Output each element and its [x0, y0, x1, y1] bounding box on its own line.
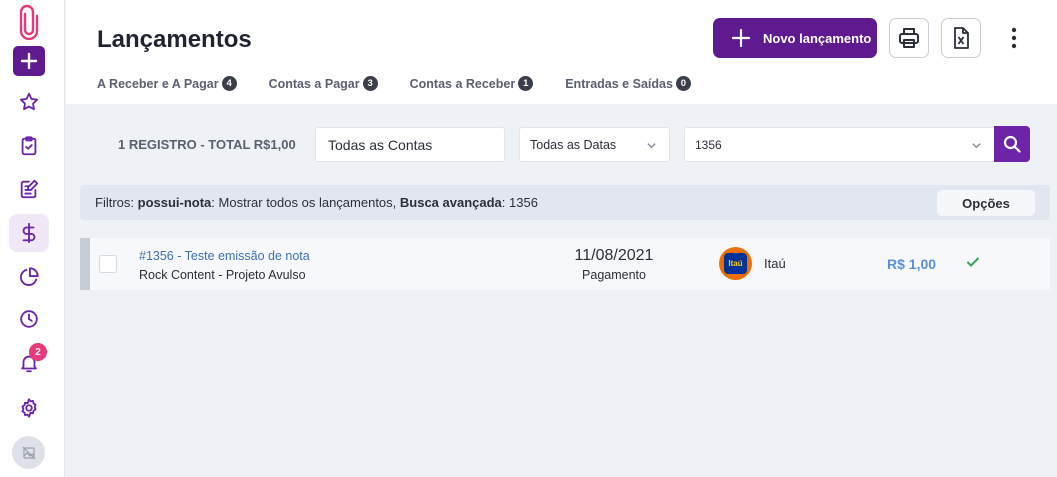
tab-count: 4: [221, 76, 237, 91]
filter-value: : Mostrar todos os lançamentos,: [211, 195, 400, 210]
chevron-down-icon: [647, 143, 656, 149]
export-excel-button[interactable]: [941, 18, 981, 58]
paperclip-logo-icon[interactable]: [13, 4, 45, 40]
tab-count: 1: [518, 76, 534, 91]
clock-icon[interactable]: [13, 303, 45, 335]
tabs: A Receber e A Pagar 4 Contas a Pagar 3 C…: [97, 76, 723, 91]
new-entry-label: Novo lançamento: [763, 30, 872, 46]
clipboard-check-icon[interactable]: [13, 130, 45, 162]
plus-icon: [731, 28, 751, 48]
account-select[interactable]: Todas as Contas: [315, 127, 505, 162]
entry-subtitle: Rock Content - Projeto Avulso: [139, 268, 306, 282]
search-input[interactable]: [695, 137, 945, 153]
gear-icon[interactable]: [13, 392, 45, 424]
printer-icon: [899, 28, 919, 48]
date-select-value: Todas as Datas: [530, 138, 617, 152]
itau-bank-logo-icon: Itaú: [719, 247, 752, 280]
entry-date: 11/08/2021: [574, 247, 654, 264]
more-options-button[interactable]: [1002, 24, 1026, 52]
tab-count: 0: [675, 76, 691, 91]
tab-receber-pagar[interactable]: A Receber e A Pagar 4: [97, 76, 237, 91]
filter-key: Busca avançada: [399, 195, 502, 210]
row-checkbox[interactable]: [99, 255, 117, 273]
search-icon: [1003, 135, 1021, 153]
bank-name: Itaú: [764, 256, 786, 271]
notification-badge: 2: [29, 343, 47, 361]
search-box: [684, 127, 994, 162]
excel-file-icon: [954, 27, 969, 49]
filter-prefix: Filtros:: [95, 195, 138, 210]
tab-label: Entradas e Saídas: [565, 76, 673, 91]
tab-contas-pagar[interactable]: Contas a Pagar 3: [269, 76, 378, 91]
row-status-bar: [80, 238, 90, 290]
filter-key: possui-nota: [137, 195, 212, 210]
tab-label: Contas a Receber: [409, 76, 516, 91]
chevron-down-icon[interactable]: [971, 140, 982, 151]
table-row[interactable]: #1356 - Teste emissão de nota Rock Conte…: [80, 238, 1050, 290]
tab-count: 3: [362, 76, 378, 91]
star-icon[interactable]: [13, 86, 45, 118]
page-title: Lançamentos: [97, 26, 252, 53]
filter-summary-text: Filtros: possui-nota: Mostrar todos os l…: [95, 195, 538, 210]
entry-title-link[interactable]: #1356 - Teste emissão de nota: [139, 249, 310, 263]
options-button[interactable]: Opções: [937, 190, 1035, 216]
add-icon[interactable]: [13, 46, 45, 76]
print-button[interactable]: [889, 18, 929, 58]
more-vertical-icon: [1011, 27, 1017, 49]
tab-entradas-saidas[interactable]: Entradas e Saídas 0: [565, 76, 691, 91]
new-entry-button[interactable]: Novo lançamento: [713, 18, 877, 58]
sidebar: 2: [0, 0, 65, 477]
header: Lançamentos Novo lançamento A Receber e …: [66, 0, 1057, 104]
tab-label: A Receber e A Pagar: [97, 76, 219, 91]
avatar[interactable]: [12, 436, 45, 469]
total-label: 1 REGISTRO - TOTAL R$1,00: [118, 137, 296, 152]
check-icon: [967, 257, 979, 267]
entry-type: Pagamento: [582, 268, 646, 282]
filter-value: : 1356: [501, 195, 538, 210]
date-select[interactable]: Todas as Datas: [519, 127, 670, 162]
tab-contas-receber[interactable]: Contas a Receber 1: [410, 76, 534, 91]
tab-label: Contas a Pagar: [268, 76, 360, 91]
filter-summary-bar: Filtros: possui-nota: Mostrar todos os l…: [80, 185, 1050, 220]
bank-logo-text: Itaú: [724, 253, 747, 274]
pie-chart-icon[interactable]: [13, 261, 45, 293]
edit-document-icon[interactable]: [13, 173, 45, 205]
search-button[interactable]: [994, 126, 1030, 162]
entry-amount: R$ 1,00: [887, 256, 937, 272]
dollar-icon[interactable]: [9, 214, 49, 252]
